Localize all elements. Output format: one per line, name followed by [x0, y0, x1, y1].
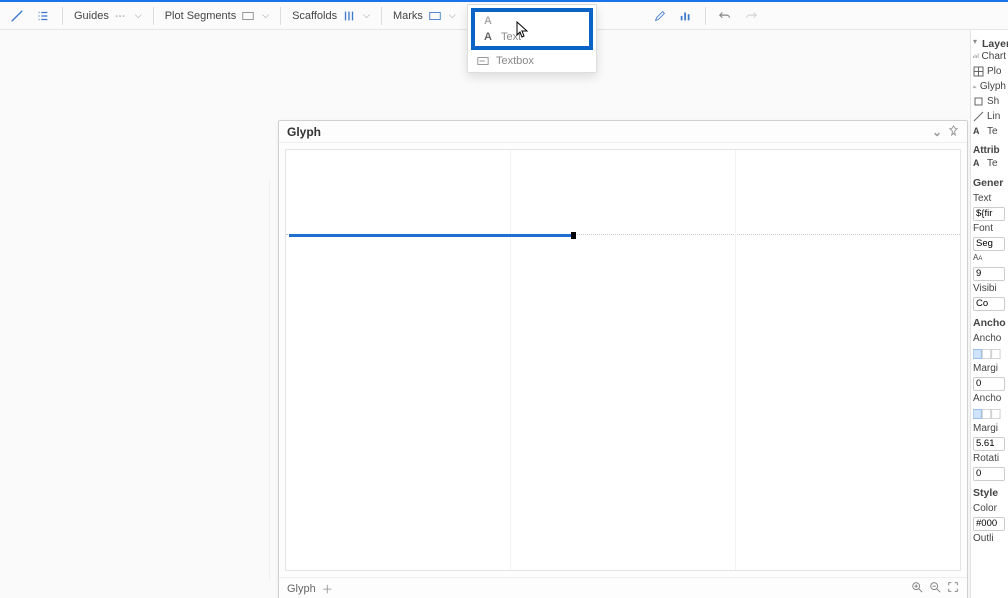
layer-plot[interactable]: Plo	[973, 64, 1006, 79]
separator	[280, 7, 281, 25]
margin-y-label: Margi	[973, 423, 998, 434]
chevron-down-icon: ⌵	[449, 10, 456, 21]
font-size-icon: AA	[973, 253, 984, 264]
glyph-panel-footer: Glyph ＋	[279, 577, 967, 598]
margin-x-label: Margi	[973, 363, 998, 374]
text-mark-option[interactable]: A A Text	[471, 8, 593, 50]
line-icon	[973, 111, 984, 122]
guides-icon	[113, 8, 129, 24]
separator	[381, 7, 382, 25]
layer-chart[interactable]: Chart	[973, 49, 1006, 64]
chart-tool[interactable]	[675, 5, 697, 27]
rotation-label: Rotati	[973, 453, 999, 464]
columns-icon	[341, 8, 357, 24]
collapse-icon[interactable]: ▾	[973, 37, 977, 46]
letter-a-outline-icon: A	[481, 14, 495, 28]
zoom-out-icon[interactable]	[929, 581, 941, 596]
marks-label: Marks	[393, 10, 423, 22]
textbox-option-label: Textbox	[496, 55, 534, 67]
chart-icon	[973, 51, 979, 62]
text-label: Text	[973, 193, 991, 204]
chevron-down-icon: ⌵	[363, 10, 370, 21]
left-pane-placeholder	[0, 180, 270, 580]
shape-icon	[973, 96, 984, 107]
layer-line[interactable]: Lin	[973, 109, 1006, 124]
textbox-icon	[476, 54, 490, 68]
glyph-line-end-handle[interactable]	[571, 232, 576, 239]
letter-a-icon: A	[481, 30, 495, 44]
plot-segments-label: Plot Segments	[165, 10, 237, 22]
undo-button[interactable]	[714, 5, 736, 27]
attributes-section-title: Attrib	[973, 145, 1006, 156]
style-section-title: Style	[973, 487, 1006, 499]
visibility-input[interactable]	[973, 297, 1005, 311]
glyph-panel-header: Glyph ⌄	[279, 121, 967, 143]
general-section-title: Gener	[973, 177, 1006, 189]
anchor-section-title: Ancho	[973, 317, 1006, 329]
textbox-mark-option[interactable]: Textbox	[468, 50, 596, 72]
cursor-pointer-icon	[513, 20, 533, 40]
visibility-label: Visibi	[973, 283, 997, 294]
glyph-tab-label[interactable]: Glyph	[287, 583, 316, 595]
anchor-y-buttons[interactable]	[973, 406, 1006, 421]
layer-shape[interactable]: Sh	[973, 94, 1006, 109]
chevron-down-icon: ⌵	[135, 10, 142, 21]
layer-glyph[interactable]: Glyph	[973, 79, 1006, 94]
chevron-down-icon: ⌵	[262, 10, 269, 21]
right-properties-panel: ▾ Layers Chart Plo Glyph Sh Lin ATe Attri…	[970, 30, 1008, 598]
color-input[interactable]	[973, 517, 1005, 531]
scaffolds-label: Scaffolds	[292, 10, 337, 22]
redo-icon	[743, 8, 759, 24]
glyph-editor-panel: Glyph ⌄ Glyph ＋	[278, 120, 968, 598]
layer-text[interactable]: ATe	[973, 124, 1006, 139]
undo-icon	[717, 8, 733, 24]
text-value-input[interactable]	[973, 207, 1005, 221]
list-icon	[35, 8, 51, 24]
text-mark-dropdown: A A Text Textbox	[467, 4, 597, 73]
marks-dropdown[interactable]: Marks ⌵	[390, 5, 459, 27]
pencil-tool[interactable]	[649, 5, 671, 27]
anchor-x-buttons[interactable]	[973, 346, 1006, 361]
pin-icon[interactable]	[948, 125, 959, 139]
guide-line-tool[interactable]	[6, 5, 28, 27]
rect-outline-icon	[427, 8, 443, 24]
text-a-icon: A	[973, 126, 984, 137]
color-label: Color	[973, 503, 997, 514]
glyph-line-mark[interactable]	[289, 234, 572, 237]
font-size-input[interactable]	[973, 267, 1005, 281]
margin-x-input[interactable]	[973, 377, 1005, 391]
font-label: Font	[973, 223, 993, 234]
outline-label: Outli	[973, 533, 994, 544]
separator	[705, 7, 706, 25]
margin-y-input[interactable]	[973, 437, 1005, 451]
grid-icon	[973, 66, 984, 77]
guide-list-tool[interactable]	[32, 5, 54, 27]
glyph-icon	[973, 81, 977, 92]
layers-section-title: Layers	[982, 38, 1008, 50]
separator	[62, 7, 63, 25]
anchor-y-label: Ancho	[973, 393, 1001, 404]
rotation-input[interactable]	[973, 467, 1005, 481]
pencil-icon	[652, 8, 668, 24]
guides-dropdown[interactable]: Guides ⌵	[71, 5, 145, 27]
workspace: Glyph ⌄ Glyph ＋	[0, 30, 1008, 598]
attr-text-row[interactable]: ATe	[973, 156, 1006, 171]
add-glyph-button[interactable]: ＋	[322, 581, 333, 597]
plot-segments-dropdown[interactable]: Plot Segments ⌵	[162, 5, 272, 27]
guides-label: Guides	[74, 10, 109, 22]
bar-chart-icon	[678, 8, 694, 24]
font-input[interactable]	[973, 237, 1005, 251]
scaffolds-dropdown[interactable]: Scaffolds ⌵	[289, 5, 373, 27]
zoom-in-icon[interactable]	[911, 581, 923, 596]
rect-icon	[240, 8, 256, 24]
separator	[153, 7, 154, 25]
glyph-canvas[interactable]	[285, 149, 961, 571]
redo-button[interactable]	[740, 5, 762, 27]
anchor-x-label: Ancho	[973, 333, 1001, 344]
glyph-panel-title: Glyph	[287, 125, 321, 139]
line-diagonal-icon	[9, 8, 25, 24]
collapse-icon[interactable]: ⌄	[932, 125, 942, 139]
fit-icon[interactable]	[947, 581, 959, 596]
text-a-icon: A	[973, 158, 984, 169]
